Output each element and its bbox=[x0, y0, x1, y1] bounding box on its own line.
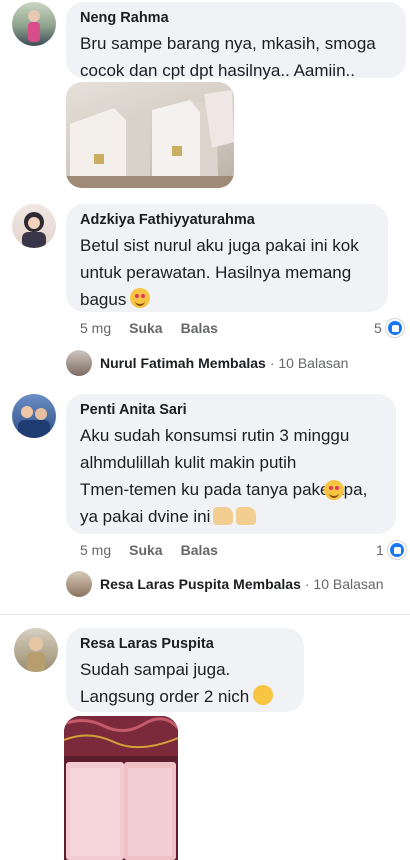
person-avatar-icon bbox=[27, 637, 45, 672]
comment-bubble: Adzkiya Fathiyyaturahma Betul sist nurul… bbox=[66, 204, 388, 312]
comment-actions: 5 mg Suka Balas bbox=[80, 320, 218, 336]
comment-text-wrapper: Betul sist nurul aku juga pakai ini kok … bbox=[80, 232, 374, 313]
avatar bbox=[66, 571, 92, 597]
avatar[interactable] bbox=[14, 628, 58, 672]
avatar[interactable] bbox=[12, 394, 56, 438]
avatar bbox=[66, 350, 92, 376]
comment-timestamp[interactable]: 5 mg bbox=[80, 320, 111, 336]
person-avatar-icon bbox=[22, 212, 46, 248]
reply-count: · 10 Balasan bbox=[269, 355, 349, 371]
reply-button[interactable]: Balas bbox=[181, 542, 218, 558]
reply-button[interactable]: Balas bbox=[181, 320, 218, 336]
reply-preview[interactable]: Resa Laras Puspita Membalas · 10 Balasan bbox=[66, 571, 383, 597]
like-button[interactable]: Suka bbox=[129, 320, 162, 336]
smiling-face-with-hearts-icon bbox=[324, 480, 344, 500]
comment-author[interactable]: Adzkiya Fathiyyaturahma bbox=[80, 212, 374, 228]
reaction-count-label: 1 bbox=[376, 542, 384, 558]
avatar[interactable] bbox=[12, 2, 56, 46]
reply-preview[interactable]: Nurul Fatimah Membalas · 10 Balasan bbox=[66, 350, 348, 376]
comment-author[interactable]: Resa Laras Puspita bbox=[80, 636, 290, 652]
reaction-count[interactable]: 5 bbox=[374, 319, 404, 337]
person-avatar-icon bbox=[28, 10, 40, 42]
thumbs-up-icon bbox=[236, 507, 257, 525]
attached-photo[interactable] bbox=[64, 716, 178, 860]
comment-text-wrapper: Aku sudah konsumsi rutin 3 minggu alhmdu… bbox=[80, 422, 382, 530]
reply-author: Nurul Fatimah bbox=[100, 355, 195, 371]
avatar[interactable] bbox=[12, 204, 56, 248]
comment-text-wrapper: Sudah sampai juga. Langsung order 2 nich bbox=[80, 656, 290, 710]
comment-bubble: Penti Anita Sari Aku sudah konsumsi ruti… bbox=[66, 394, 396, 534]
comment-text: Betul sist nurul aku juga pakai ini kok … bbox=[80, 236, 359, 309]
grinning-face-icon bbox=[253, 685, 274, 705]
comment-bubble: Resa Laras Puspita Sudah sampai juga. La… bbox=[66, 628, 304, 712]
comment-text: Bru sampe barang nya, mkasih, smoga coco… bbox=[80, 34, 376, 80]
comment-actions: 5 mg Suka Balas bbox=[80, 542, 218, 558]
product-boxes-image bbox=[66, 90, 234, 188]
thumbs-up-icon bbox=[213, 507, 234, 525]
reaction-count-label: 5 bbox=[374, 320, 382, 336]
like-button[interactable]: Suka bbox=[129, 542, 162, 558]
attached-photo[interactable] bbox=[66, 82, 234, 188]
comment-timestamp[interactable]: 5 mg bbox=[80, 542, 111, 558]
reply-verb: Membalas bbox=[233, 576, 301, 592]
product-boxes-image bbox=[64, 716, 178, 860]
section-divider bbox=[0, 614, 410, 615]
reply-verb: Membalas bbox=[198, 355, 266, 371]
person-avatar-icon bbox=[18, 406, 50, 438]
reply-author: Resa Laras Puspita bbox=[100, 576, 230, 592]
comment-text: Sudah sampai juga. Langsung order 2 nich bbox=[80, 660, 250, 706]
comment-author[interactable]: Neng Rahma bbox=[80, 10, 392, 26]
smiling-face-with-hearts-icon bbox=[130, 288, 151, 308]
comment-author[interactable]: Penti Anita Sari bbox=[80, 402, 382, 418]
like-icon bbox=[387, 541, 406, 559]
reaction-count[interactable]: 1 bbox=[376, 541, 406, 559]
reply-count: · 10 Balasan bbox=[304, 576, 384, 592]
like-icon bbox=[385, 319, 404, 337]
comment-bubble: Neng Rahma Bru sampe barang nya, mkasih,… bbox=[66, 2, 406, 80]
